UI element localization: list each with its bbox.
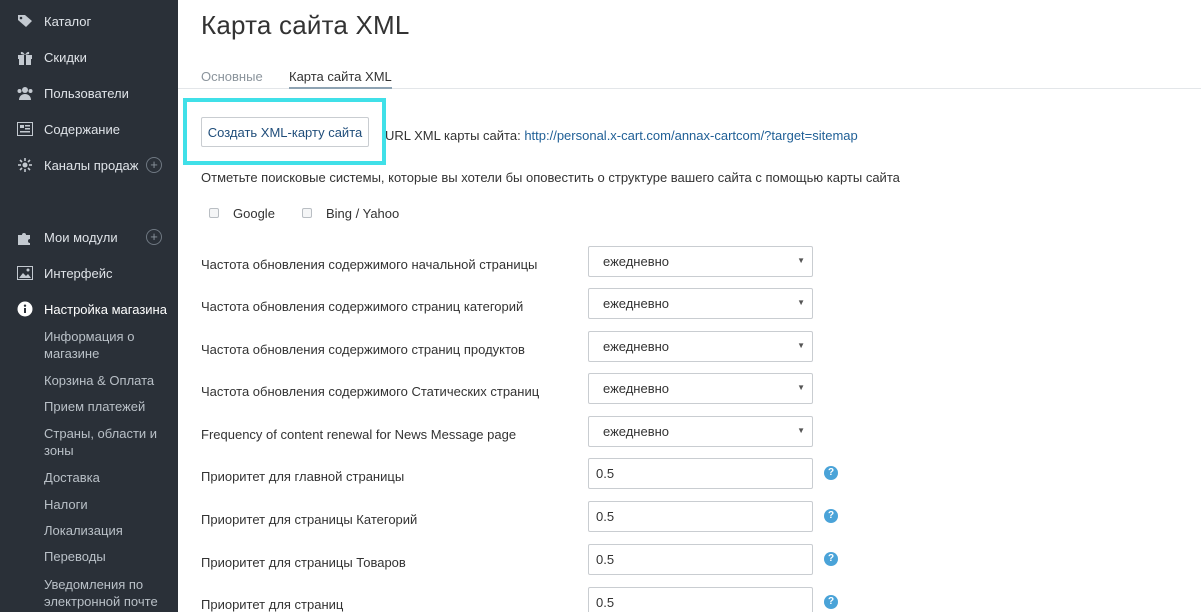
frequency-categories-label: Частота обновления содержимого страниц к…: [201, 299, 524, 314]
sidebar-item-my-modules[interactable]: Мои модули +: [0, 223, 178, 251]
google-checkbox-label[interactable]: Google: [233, 206, 275, 221]
subitem-taxes[interactable]: Налоги: [44, 496, 174, 513]
frequency-categories-select[interactable]: ежедневно ▼: [588, 288, 813, 319]
sidebar-item-catalog[interactable]: Каталог: [0, 7, 178, 35]
tab-bar: Основные Карта сайта XML: [178, 66, 1201, 89]
frequency-home-label: Частота обновления содержимого начальной…: [201, 257, 538, 272]
subitem-localization[interactable]: Локализация: [44, 522, 174, 539]
sidebar-item-users[interactable]: Пользователи: [0, 79, 178, 107]
bing-yahoo-checkbox-label[interactable]: Bing / Yahoo: [326, 206, 399, 221]
tab-general[interactable]: Основные: [201, 69, 263, 84]
select-value: ежедневно: [603, 424, 670, 439]
notify-instructions: Отметьте поисковые системы, которые вы х…: [201, 170, 900, 185]
gift-icon: [16, 49, 34, 65]
content-icon: [16, 121, 34, 137]
tag-icon: [16, 13, 34, 29]
select-value: ежедневно: [603, 296, 670, 311]
subitem-store-info[interactable]: Информация о магазине: [44, 328, 174, 362]
sidebar-item-label: Мои модули: [44, 229, 118, 245]
help-icon[interactable]: ?: [824, 552, 838, 566]
info-icon: [16, 301, 34, 317]
sidebar-item-store-setup[interactable]: Настройка магазина: [0, 295, 178, 323]
priority-products-input[interactable]: [588, 544, 813, 575]
frequency-home-select[interactable]: ежедневно ▼: [588, 246, 813, 277]
chevron-down-icon: ▼: [797, 256, 805, 265]
chevron-down-icon: ▼: [797, 341, 805, 350]
sidebar-item-label: Содержание: [44, 121, 120, 137]
sidebar: Каталог Скидки Пользователи Содержание К…: [0, 0, 178, 612]
sidebar-item-discounts[interactable]: Скидки: [0, 43, 178, 71]
sitemap-url-label: URL XML карты сайта:: [385, 128, 525, 143]
puzzle-icon: [16, 229, 34, 245]
subitem-payment-methods[interactable]: Прием платежей: [44, 398, 174, 415]
sitemap-url-link[interactable]: http://personal.x-cart.com/annax-cartcom…: [524, 128, 857, 143]
image-icon: [16, 265, 34, 281]
sidebar-item-label: Интерфейс: [44, 265, 113, 281]
priority-products-label: Приоритет для страницы Товаров: [201, 555, 406, 570]
sidebar-item-label: Каталог: [44, 13, 92, 29]
sidebar-item-label: Пользователи: [44, 85, 129, 101]
priority-categories-input[interactable]: [588, 501, 813, 532]
sidebar-item-interface[interactable]: Интерфейс: [0, 259, 178, 287]
sidebar-item-content[interactable]: Содержание: [0, 115, 178, 143]
channels-icon: [16, 157, 34, 173]
chevron-down-icon: ▼: [797, 426, 805, 435]
sidebar-item-sales-channels[interactable]: Каналы продаж +: [0, 151, 178, 179]
sitemap-url-line: URL XML карты сайта: http://personal.x-c…: [385, 128, 858, 143]
sidebar-item-label: Настройка магазина: [44, 301, 167, 317]
add-module-button[interactable]: +: [146, 229, 162, 245]
frequency-products-label: Частота обновления содержимого страниц п…: [201, 342, 525, 357]
subitem-shipping[interactable]: Доставка: [44, 469, 174, 486]
add-channel-button[interactable]: +: [146, 157, 162, 173]
frequency-static-pages-label: Частота обновления содержимого Статическ…: [201, 384, 540, 399]
frequency-news-label: Frequency of content renewal for News Me…: [201, 427, 517, 442]
bing-yahoo-checkbox[interactable]: [302, 208, 312, 218]
select-value: ежедневно: [603, 339, 670, 354]
help-icon[interactable]: ?: [824, 509, 838, 523]
chevron-down-icon: ▼: [797, 383, 805, 392]
priority-pages-input[interactable]: [588, 587, 813, 612]
help-icon[interactable]: ?: [824, 466, 838, 480]
sidebar-item-label: Каналы продаж: [44, 157, 139, 173]
select-value: ежедневно: [603, 381, 670, 396]
sidebar-item-label: Скидки: [44, 49, 87, 65]
priority-home-label: Приоритет для главной страницы: [201, 469, 405, 484]
frequency-news-select[interactable]: ежедневно ▼: [588, 416, 813, 447]
subitem-translations[interactable]: Переводы: [44, 548, 174, 565]
frequency-products-select[interactable]: ежедневно ▼: [588, 331, 813, 362]
priority-categories-label: Приоритет для страницы Категорий: [201, 512, 418, 527]
generate-sitemap-button[interactable]: Создать XML-карту сайта: [201, 117, 369, 147]
subitem-email-notifications[interactable]: Уведомления по электронной почте: [44, 576, 174, 610]
page-title: Карта сайта XML: [201, 10, 410, 40]
subitem-countries-zones[interactable]: Страны, области и зоны: [44, 425, 174, 459]
help-icon[interactable]: ?: [824, 595, 838, 609]
google-checkbox[interactable]: [209, 208, 219, 218]
tab-xml-sitemap[interactable]: Карта сайта XML: [289, 69, 392, 89]
priority-home-input[interactable]: [588, 458, 813, 489]
chevron-down-icon: ▼: [797, 298, 805, 307]
select-value: ежедневно: [603, 254, 670, 269]
priority-pages-label: Приоритет для страниц: [201, 597, 344, 612]
subitem-cart-checkout[interactable]: Корзина & Оплата: [44, 372, 174, 389]
users-icon: [16, 85, 34, 101]
frequency-static-pages-select[interactable]: ежедневно ▼: [588, 373, 813, 404]
